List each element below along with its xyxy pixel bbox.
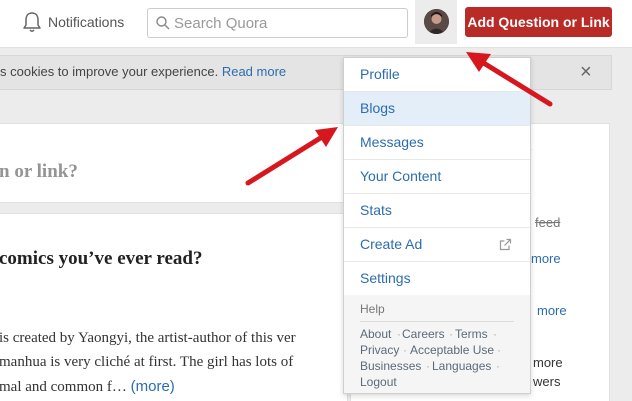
cookie-notice-message: s cookies to improve your experience. [0,64,222,79]
footer-link-careers[interactable]: Careers [402,327,445,341]
footer-separator: · [403,343,407,357]
footer-divider [360,321,514,322]
add-question-button[interactable]: Add Question or Link [465,7,612,37]
ask-question-prompt: n or link? [0,161,78,182]
profile-dropdown-menu: Profile Blogs Messages Your Content Stat… [343,57,531,394]
menu-item-profile[interactable]: Profile [344,58,530,92]
menu-item-label: Messages [360,134,424,150]
feed-story-card: comics you’ve ever read? is created by Y… [0,213,348,401]
notifications-label: Notifications [48,14,125,30]
footer-separator: · [496,359,500,373]
notifications-nav-item[interactable]: Notifications [22,10,124,34]
answer-line-text: mal and common f… [0,379,131,395]
footer-link-acceptable-use[interactable]: Acceptable Use [410,343,494,357]
footer-separator: · [397,327,401,341]
menu-item-label: Your Content [360,168,442,184]
answer-line: manhua is very cliché at first. The girl… [0,354,294,370]
menu-item-label: Settings [360,270,411,286]
top-navigation-bar: Notifications Add Question or Link [0,0,632,48]
menu-item-your-content[interactable]: Your Content [344,160,530,194]
menu-item-messages[interactable]: Messages [344,126,530,160]
help-heading: Help [360,302,385,316]
footer-separator: · [426,359,430,373]
sidebar-feed-fragment: feed [535,215,561,230]
search-input[interactable] [174,13,402,33]
footer-link-about[interactable]: About [360,327,391,341]
footer-separator: · [497,343,501,357]
cookie-notice-text: s cookies to improve your experience. Re… [0,64,286,79]
menu-item-label: Profile [360,66,400,82]
menu-item-blogs[interactable]: Blogs [344,92,530,126]
close-icon[interactable]: × [580,62,592,82]
sidebar-more-link[interactable]: more [531,251,561,266]
menu-item-settings[interactable]: Settings [344,262,530,296]
menu-item-label: Create Ad [360,236,423,252]
footer-link-languages[interactable]: Languages [432,359,491,373]
footer-separator: · [493,327,497,341]
answer-line: is created by Yaongyi, the artist-author… [0,330,296,346]
sidebar-more-link[interactable]: more [537,303,567,318]
external-link-icon [499,238,512,256]
profile-menu-trigger[interactable] [415,0,457,44]
avatar[interactable] [424,9,449,34]
menu-item-create-ad[interactable]: Create Ad [344,228,530,262]
cookie-read-more-link[interactable]: Read more [222,64,286,79]
question-title[interactable]: comics you’ve ever read? [0,248,203,270]
menu-footer: Help About · Careers · Terms · Privacy ·… [344,295,530,393]
menu-item-label: Blogs [360,100,396,116]
footer-separator: · [449,327,453,341]
menu-item-label: Stats [360,202,392,218]
footer-link-privacy[interactable]: Privacy [360,343,399,357]
footer-link-terms[interactable]: Terms [455,327,488,341]
sidebar-answers-fragment: wers [533,374,561,389]
read-more-link[interactable]: (more) [131,378,175,395]
footer-link-businesses[interactable]: Businesses [360,359,421,373]
footer-link-logout[interactable]: Logout [360,375,397,389]
sidebar-more-text: more [533,355,563,370]
search-box[interactable] [147,8,408,38]
bell-icon [22,11,42,33]
answer-line-last: mal and common f… (more) [0,378,175,396]
menu-item-stats[interactable]: Stats [344,194,530,228]
ask-question-card[interactable]: n or link? [0,123,348,203]
